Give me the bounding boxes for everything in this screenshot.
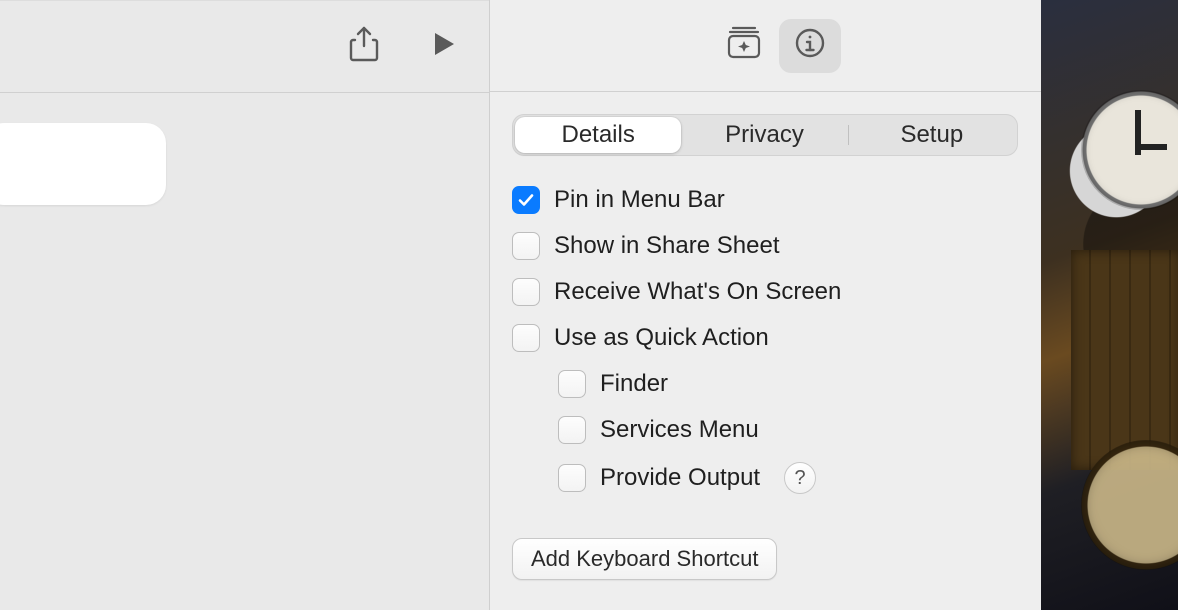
share-icon (347, 25, 381, 69)
tab-privacy-label: Privacy (725, 121, 804, 149)
label-use-as-quick-action: Use as Quick Action (554, 324, 769, 352)
right-toolbar (490, 0, 1041, 92)
share-button[interactable] (333, 20, 395, 74)
inspector-body: Details Privacy Setup Pin in Menu Bar (490, 92, 1041, 610)
label-show-in-share-sheet: Show in Share Sheet (554, 232, 779, 260)
tab-details-label: Details (561, 121, 634, 149)
left-toolbar (0, 1, 489, 93)
sidebar-item-card[interactable] (0, 123, 166, 205)
details-options: Pin in Menu Bar Show in Share Sheet Rece… (512, 186, 1019, 494)
wallpaper-building (1071, 250, 1178, 470)
run-button[interactable] (413, 20, 475, 74)
add-keyboard-shortcut-label: Add Keyboard Shortcut (531, 546, 758, 572)
sidebar-body (0, 93, 489, 610)
checkbox-services-menu[interactable] (558, 416, 586, 444)
app-window: Details Privacy Setup Pin in Menu Bar (0, 0, 1178, 610)
checkbox-pin-in-menu-bar[interactable] (512, 186, 540, 214)
tab-details[interactable]: Details (515, 117, 681, 153)
checkbox-finder[interactable] (558, 370, 586, 398)
option-use-as-quick-action: Use as Quick Action (512, 324, 1019, 352)
checkbox-provide-output[interactable] (558, 464, 586, 492)
checkbox-receive-whats-on-screen[interactable] (512, 278, 540, 306)
option-receive-whats-on-screen: Receive What's On Screen (512, 278, 1019, 306)
desktop-wallpaper-strip (1041, 0, 1178, 610)
label-finder: Finder (600, 370, 668, 398)
tab-setup[interactable]: Setup (849, 117, 1015, 153)
inspector-panel: Details Privacy Setup Pin in Menu Bar (489, 0, 1041, 610)
label-receive-whats-on-screen: Receive What's On Screen (554, 278, 841, 306)
label-provide-output: Provide Output (600, 464, 760, 492)
checkbox-show-in-share-sheet[interactable] (512, 232, 540, 260)
play-icon (430, 30, 458, 64)
option-finder: Finder (512, 370, 1019, 398)
option-provide-output: Provide Output ? (512, 462, 1019, 494)
label-pin-in-menu-bar: Pin in Menu Bar (554, 186, 725, 214)
label-services-menu: Services Menu (600, 416, 759, 444)
info-button[interactable] (779, 19, 841, 73)
tab-setup-label: Setup (900, 121, 963, 149)
help-provide-output[interactable]: ? (784, 462, 816, 494)
option-services-menu: Services Menu (512, 416, 1019, 444)
tab-privacy[interactable]: Privacy (681, 117, 847, 153)
library-sparkle-icon (726, 26, 762, 66)
help-glyph: ? (795, 467, 806, 490)
add-keyboard-shortcut-button[interactable]: Add Keyboard Shortcut (512, 538, 777, 580)
library-button[interactable] (713, 19, 775, 73)
info-icon (793, 26, 827, 66)
wallpaper-clock-1 (1081, 90, 1178, 210)
checkbox-use-as-quick-action[interactable] (512, 324, 540, 352)
inspector-tabs: Details Privacy Setup (512, 114, 1018, 156)
sidebar (0, 0, 489, 610)
option-pin-in-menu-bar: Pin in Menu Bar (512, 186, 1019, 214)
option-show-in-share-sheet: Show in Share Sheet (512, 232, 1019, 260)
